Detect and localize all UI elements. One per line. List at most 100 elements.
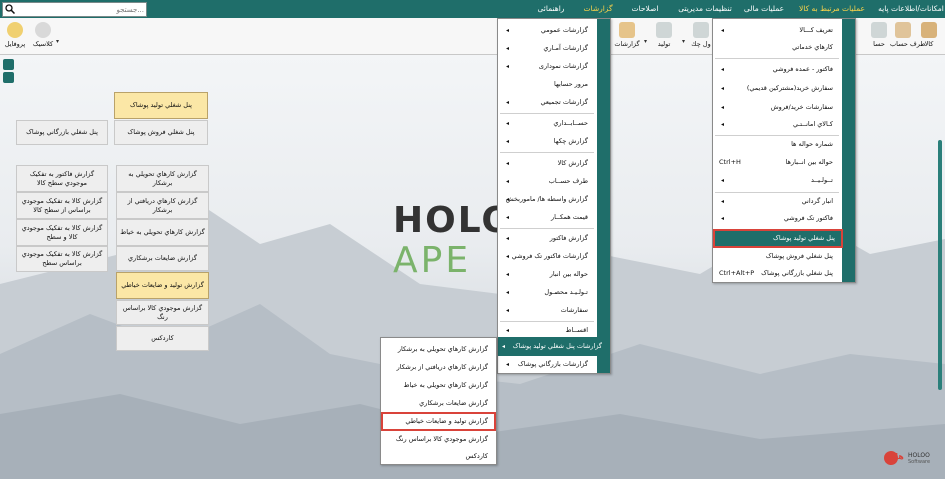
- menu-item-delivered-cutter[interactable]: گزارش کارهاي تحويلي به برشکار: [381, 340, 496, 359]
- scrollbar[interactable]: [938, 140, 942, 390]
- menu-item-production-waste[interactable]: گزارش توليد و ضايعات خياطي: [381, 412, 496, 431]
- toolbar-cheque-button[interactable]: ول چك: [688, 20, 714, 52]
- submenu-arrow-icon: ◂: [506, 178, 510, 185]
- submenu-arrow-icon: ◂: [721, 121, 725, 128]
- info-icon[interactable]: [3, 59, 14, 70]
- menu-item-warehouse-transfer-report[interactable]: حواله بين انبار ◂: [498, 265, 596, 284]
- menu-item-cutting-waste[interactable]: گزارش ضايعات برشکاري: [381, 394, 496, 413]
- panel-report-received-cutter[interactable]: گزارش کارهاي دريافتي از برشکار: [116, 192, 209, 219]
- menu-financial[interactable]: عملیات مالی: [740, 0, 788, 18]
- menu-item-label: گزارشات پنل شغلي توليد پوشاک: [512, 342, 602, 350]
- menu-item-production-panel[interactable]: پنل شغلي توليد پوشاک: [713, 229, 843, 248]
- person-icon: [895, 22, 911, 38]
- menu-help[interactable]: راهنمائی: [528, 0, 574, 18]
- user-icon[interactable]: [3, 72, 14, 83]
- menu-item-services[interactable]: کارهاي خدماتي: [713, 38, 841, 57]
- menu-item-consignment[interactable]: کـالاي امانــتـي ◂: [713, 115, 841, 134]
- menu-item-production-panel-reports[interactable]: گزارشات پنل شغلي توليد پوشاک ◂: [498, 337, 610, 356]
- menu-item-cheque-reports[interactable]: گزارش چکها ◂: [498, 132, 596, 151]
- panel-sales-clothing[interactable]: پنل شغلي فروش پوشاک: [114, 120, 208, 145]
- search-icon[interactable]: [5, 4, 15, 14]
- menu-item-label: گزارش کارهاي تحويلي به برشکار: [397, 345, 488, 353]
- menu-item-partner-price[interactable]: قيمت همکــار ◂: [498, 208, 596, 227]
- menu-item-label: گزارش موجودي کالا براساس رنگ: [395, 435, 488, 443]
- menu-item-delivered-tailor[interactable]: گزارش کارهاي تحويلي به خياط: [381, 376, 496, 395]
- panel-goods-by-level-2[interactable]: گزارش کالا به تفکيک موجودي براساس سطح: [16, 246, 108, 272]
- menu-item-orders-report[interactable]: سفارشات ◂: [498, 301, 596, 320]
- menu-item-label: گزارش کالا: [557, 159, 588, 167]
- panel-report-production-waste[interactable]: گزارش توليد و ضايعات خياطي: [116, 272, 209, 299]
- menu-item-label: شماره حواله ها: [791, 140, 833, 148]
- menu-item-production[interactable]: تــولـيــد ◂: [713, 171, 841, 190]
- menu-item-single-invoice[interactable]: فاکتور تک فروشي ◂: [713, 209, 841, 228]
- menu-item-label: گزارش فاكتور: [549, 234, 588, 242]
- submenu-arrow-icon: ◂: [506, 289, 510, 296]
- panel-goods-by-level[interactable]: گزارش کالا به تفکيک موجودي براساس از سطح…: [16, 192, 108, 219]
- menu-item-accounts-review[interactable]: مرور حسابها: [498, 75, 596, 94]
- menu-item-label: قيمت همکــار: [551, 213, 588, 221]
- menu-item-label: پنل شغلي توليد پوشاک: [773, 234, 835, 242]
- classic-dropdown-icon[interactable]: ▾: [56, 38, 59, 45]
- menu-item-label: کـالاي امانــتـي: [792, 120, 833, 128]
- menu-item-agents-report[interactable]: گزارش واسطه ها/ ماموربخش ◂: [498, 190, 596, 209]
- production-dropdown-icon[interactable]: ▾: [682, 38, 685, 45]
- panel-report-delivered-tailor[interactable]: گزارش کارهاي تحويلي به خياط: [116, 219, 209, 246]
- menu-item-label: تـولـيـد محصـول: [544, 288, 588, 296]
- menu-item-aggregate-reports[interactable]: گزارشات تجميعي ◂: [498, 93, 596, 112]
- panel-commerce-clothing[interactable]: پنل شغلي بازرگاني پوشاک: [16, 120, 108, 145]
- menu-item-label: مرور حسابها: [554, 80, 588, 88]
- panel-report-cutting-waste[interactable]: گزارش ضايعات برشکاري: [116, 246, 209, 271]
- brand-sub2: Software: [908, 459, 931, 465]
- menu-item-single-invoice-reports[interactable]: گزارشات فاكتور تک فروشي ◂: [498, 247, 596, 266]
- panel-report-stock-by-color[interactable]: گزارش موجودي کالا براساس رنگ: [116, 300, 209, 325]
- reports-dropdown-icon[interactable]: ▾: [644, 38, 647, 45]
- menu-item-received-cutter[interactable]: گزارش کارهاي دريافتي از برشکار: [381, 358, 496, 377]
- menu-item-kardex[interactable]: کاردکس: [381, 447, 496, 466]
- menu-item-label: تعريف کـــالا: [799, 26, 833, 34]
- menu-item-goods-report[interactable]: گزارش کالا ◂: [498, 154, 596, 173]
- toolbar-account-button[interactable]: طرف حساب: [890, 20, 925, 52]
- toolbar-profile-button[interactable]: پروفایل: [2, 20, 28, 52]
- menu-strip: [597, 19, 610, 373]
- menu-item-product-production[interactable]: تـولـيـد محصـول ◂: [498, 283, 596, 302]
- toolbar-reports-button[interactable]: گزارشات: [612, 20, 642, 52]
- submenu-arrow-icon: ◂: [506, 253, 510, 260]
- menu-separator: [500, 152, 594, 153]
- menu-item-statistical-reports[interactable]: گزارشات آمـاري ◂: [498, 39, 596, 58]
- panel-report-delivered-cutter[interactable]: گزارش کارهاي تحويلي به برشکار: [116, 165, 209, 192]
- panel-production-clothing[interactable]: پنل شغلي توليد پوشاک: [114, 92, 208, 119]
- reports-menu: گزارشات عمومي ◂ گزارشات آمـاري ◂ گزارشات ن…: [497, 18, 611, 374]
- menu-item-accounting[interactable]: حســابــداري ◂: [498, 114, 596, 133]
- menu-item-label: گزارشات بازرگاني پوشاک: [517, 360, 588, 368]
- menu-item-transfer-numbers[interactable]: شماره حواله ها: [713, 135, 841, 154]
- panel-invoice-by-level[interactable]: گزارش فاکتور به تفکيک موجودي سطح کالا: [16, 165, 108, 192]
- menu-item-general-reports[interactable]: گزارشات عمومي ◂: [498, 21, 596, 40]
- menu-item-label: تــولـيــد: [810, 176, 833, 184]
- menu-reports[interactable]: گزارشات: [578, 0, 618, 18]
- menu-item-invoice-report[interactable]: گزارش فاكتور ◂: [498, 229, 596, 248]
- toolbar-accounting-button[interactable]: حسا: [870, 20, 888, 52]
- submenu-arrow-icon: ◂: [721, 66, 725, 73]
- submenu-arrow-icon: ◂: [506, 361, 510, 368]
- toolbar-production-button[interactable]: تولید: [650, 20, 678, 52]
- menu-item-wholesale-invoice[interactable]: فاکتور - عمده فروشي ◂: [713, 60, 841, 79]
- menu-basic-info[interactable]: امکانات/اطلاعات پایه: [878, 0, 944, 18]
- menu-goods-operations[interactable]: عملیات مرتبط به کالا: [790, 0, 874, 18]
- menu-item-purchase-order-old[interactable]: سفارش خريد(مشترکين قديمي) ◂: [713, 79, 841, 98]
- menu-corrections[interactable]: اصلاحات: [622, 0, 668, 18]
- brand-text: هلو: [890, 452, 904, 461]
- submenu-arrow-icon: ◂: [506, 160, 510, 167]
- menu-item-warehouse-transfer[interactable]: حواله بين انــبارها Ctrl+H: [713, 153, 841, 172]
- menu-item-label: سفارش خريد(مشترکين قديمي): [746, 84, 833, 92]
- panel-kardex[interactable]: کاردکس: [116, 326, 209, 351]
- panel-goods-by-stock-level[interactable]: گزارش کالا به تفکيک موجودي کالا و سطح: [16, 219, 108, 246]
- menu-management-settings[interactable]: تنظیمات مدیریتی: [672, 0, 738, 18]
- search-input[interactable]: [24, 3, 144, 16]
- menu-item-commerce-panel[interactable]: پنل شغلي بازرگاني پوشاک Ctrl+Alt+P: [713, 264, 841, 283]
- menu-item-chart-reports[interactable]: گزارشات نمودارى ◂: [498, 57, 596, 76]
- menu-item-commerce-reports[interactable]: گزارشات بازرگاني پوشاک ◂: [498, 355, 596, 374]
- toolbar-classic-button[interactable]: کلاسیک: [30, 20, 56, 52]
- search-box: [2, 2, 147, 17]
- menu-item-account-party[interactable]: طرف حســاب ◂: [498, 172, 596, 191]
- menu-item-label: گزارشات آمـاري: [543, 44, 588, 52]
